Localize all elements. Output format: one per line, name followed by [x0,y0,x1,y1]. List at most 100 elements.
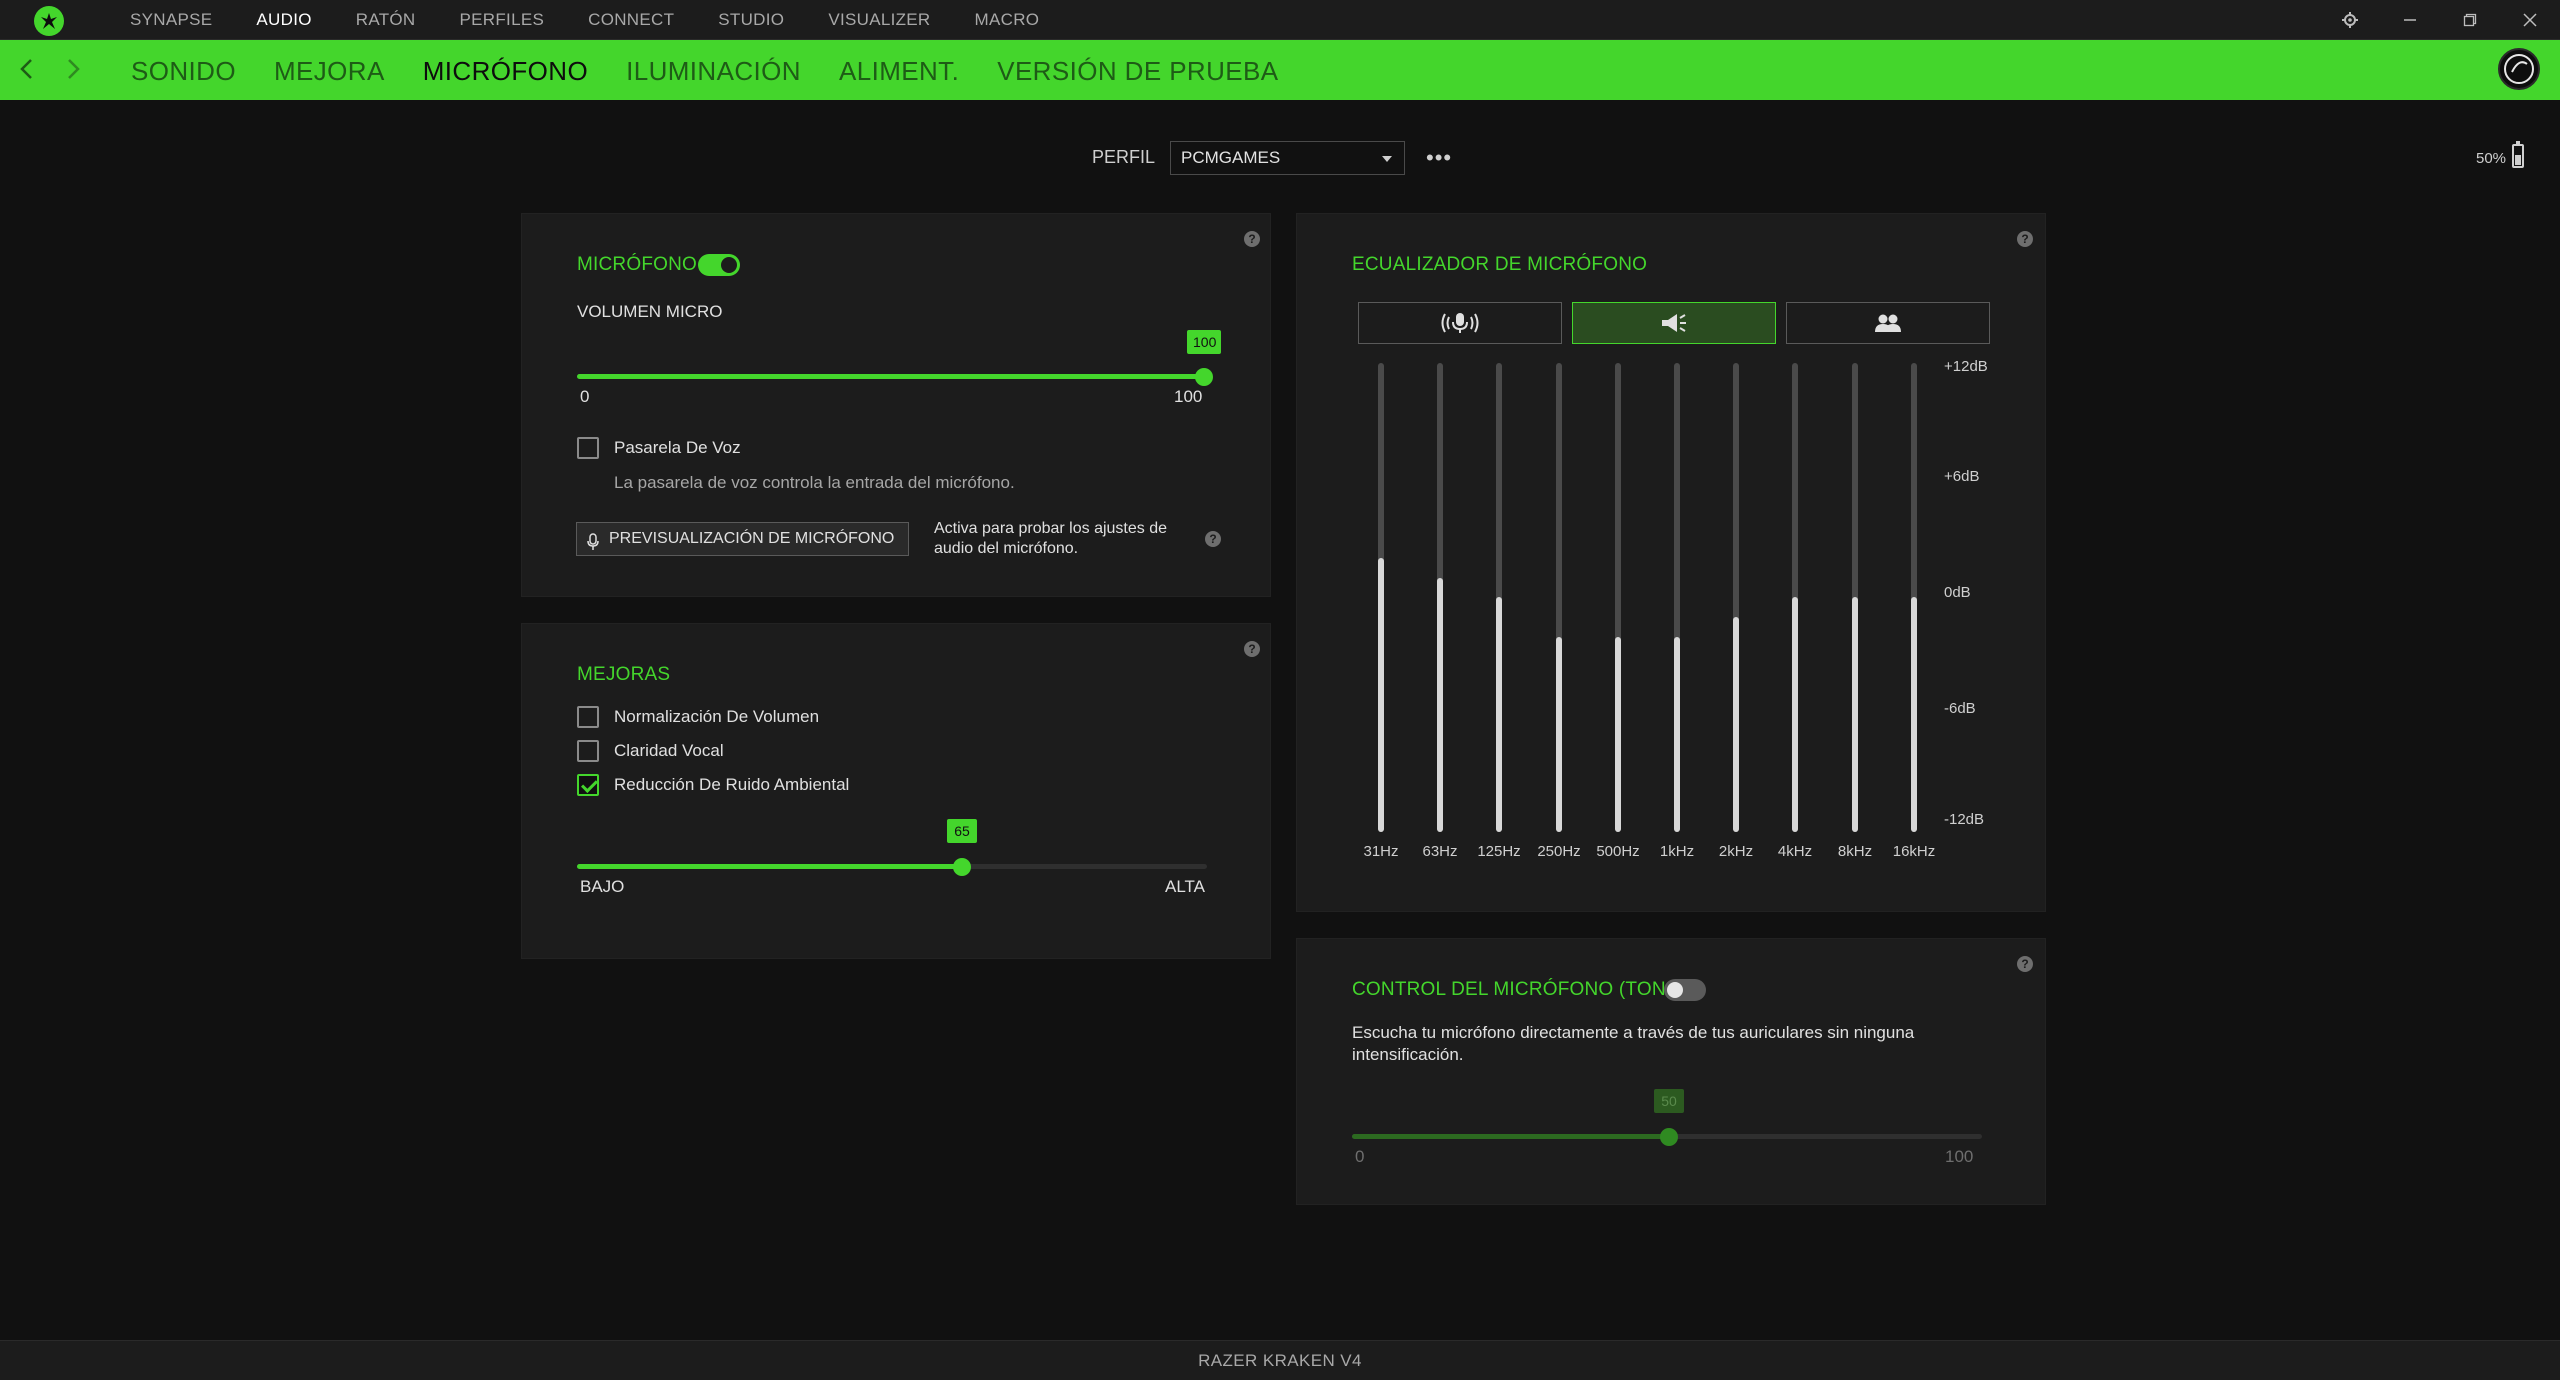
eq-band-slider-16khz[interactable] [1911,363,1917,832]
noise-reduction-label: Reducción De Ruido Ambiental [614,775,850,794]
sub-nav-tabs: SONIDO MEJORA MICRÓFONO ILUMINACIÓN ALIM… [112,40,1298,100]
eq-band-label: 31Hz [1363,843,1399,860]
eq-band-label: 8kHz [1837,843,1873,860]
sidetone-value-bubble: 50 [1654,1089,1684,1113]
forward-arrow-icon[interactable] [58,54,88,84]
close-icon[interactable] [2500,0,2560,40]
sidetone-toggle[interactable] [1664,979,1706,1001]
mic-volume-slider-thumb[interactable] [1195,368,1213,386]
chevron-down-icon [1382,156,1392,162]
top-nav: SYNAPSE AUDIO RATÓN PERFILES CONNECT STU… [108,0,1061,40]
settings-gear-icon[interactable] [2320,0,2380,40]
battery-icon [2512,141,2524,168]
tab-microfono[interactable]: MICRÓFONO [404,40,607,100]
top-nav-raton[interactable]: RATÓN [334,0,438,40]
noise-reduction-max: ALTA [1165,877,1205,896]
razer-logo-icon[interactable] [34,6,64,36]
megaphone-icon [1662,314,1686,332]
profile-value: PCMGAMES [1181,148,1281,167]
eq-band-slider-250hz[interactable] [1556,363,1562,832]
eq-preset-megaphone-button[interactable] [1572,302,1776,344]
eq-preset-broadcast-button[interactable] [1358,302,1562,344]
top-nav-macro[interactable]: MACRO [953,0,1062,40]
preview-description: Activa para probar los ajustes de audio … [934,519,1167,559]
restore-icon[interactable] [2440,0,2500,40]
noise-reduction-slider-track[interactable] [577,864,1207,869]
eq-band-slider-500hz[interactable] [1615,363,1621,832]
eq-band-label: 125Hz [1477,843,1521,860]
more-options-button[interactable]: ••• [1426,147,1452,169]
vocal-clarity-label: Claridad Vocal [614,741,724,760]
microphone-title: MICRÓFONO [577,254,698,275]
profile-label: PERFIL [1092,147,1156,167]
volume-normalization-checkbox[interactable] [577,706,599,728]
top-nav-audio[interactable]: AUDIO [234,0,333,40]
eq-db-label-minus6: -6dB [1944,700,1976,717]
sidetone-title: CONTROL DEL MICRÓFONO (TONO) [1352,979,1688,1000]
sidetone-description-line2: intensificación. [1352,1045,1464,1064]
mic-volume-slider-track[interactable] [577,374,1207,379]
vocal-clarity-checkbox[interactable] [577,740,599,762]
mic-preview-button-label: PREVISUALIZACIÓN DE MICRÓFONO [609,530,895,547]
volume-normalization-label: Normalización De Volumen [614,707,820,726]
eq-band-label: 2kHz [1718,843,1754,860]
eq-band-slider-63hz[interactable] [1437,363,1443,832]
noise-reduction-checkbox[interactable] [577,774,599,796]
noise-reduction-slider-thumb[interactable] [953,858,971,876]
eq-band-label: 500Hz [1596,843,1640,860]
voice-gate-checkbox[interactable] [577,437,599,459]
sub-nav: SONIDO MEJORA MICRÓFONO ILUMINACIÓN ALIM… [0,40,2560,100]
help-icon[interactable]: ? [1244,231,1260,247]
help-icon[interactable]: ? [2017,231,2033,247]
top-nav-visualizer[interactable]: VISUALIZER [806,0,952,40]
preview-description-line2: audio del micrófono. [934,540,1079,557]
mic-volume-max: 100 [1174,387,1203,406]
tab-sonido[interactable]: SONIDO [112,40,255,100]
eq-band-label: 1kHz [1659,843,1695,860]
mic-volume-label: VOLUMEN MICRO [577,302,723,321]
eq-band-slider-125hz[interactable] [1496,363,1502,832]
eq-band-slider-2khz[interactable] [1733,363,1739,832]
sidetone-description: Escucha tu micrófono directamente a trav… [1352,1022,1914,1066]
tab-aliment[interactable]: ALIMENT. [820,40,978,100]
eq-band-slider-8khz[interactable] [1852,363,1858,832]
sidetone-description-line1: Escucha tu micrófono directamente a trav… [1352,1023,1915,1042]
microphone-icon [587,531,599,563]
top-nav-connect[interactable]: CONNECT [566,0,696,40]
back-arrow-icon[interactable] [12,54,42,84]
voice-gate-label: Pasarela De Voz [614,438,741,457]
top-nav-studio[interactable]: STUDIO [696,0,806,40]
top-bar: SYNAPSE AUDIO RATÓN PERFILES CONNECT STU… [0,0,2560,40]
mic-preview-button[interactable]: PREVISUALIZACIÓN DE MICRÓFONO [576,522,909,556]
mic-volume-min: 0 [580,387,590,406]
help-icon[interactable]: ? [1244,641,1260,657]
avatar[interactable] [2498,48,2540,90]
eq-band-slider-4khz[interactable] [1792,363,1798,832]
microphone-toggle[interactable] [698,254,740,276]
sidetone-min: 0 [1355,1147,1365,1166]
noise-reduction-value-bubble: 65 [947,819,977,843]
minimize-icon[interactable] [2380,0,2440,40]
profile-dropdown[interactable]: PCMGAMES [1170,141,1405,175]
tab-version-de-prueba[interactable]: VERSIÓN DE PRUEBA [978,40,1297,100]
broadcast-mic-icon [1441,313,1479,333]
voice-gate-description: La pasarela de voz controla la entrada d… [614,473,1015,492]
top-nav-synapse[interactable]: SYNAPSE [108,0,234,40]
eq-band-slider-1khz[interactable] [1674,363,1680,832]
sidetone-max: 100 [1945,1147,1974,1166]
eq-band-label: 63Hz [1422,843,1458,860]
eq-db-label-minus12: -12dB [1944,811,1985,828]
preview-description-line1: Activa para probar los ajustes de [934,520,1168,537]
preview-help-icon[interactable]: ? [1205,531,1221,547]
sidetone-panel: ? CONTROL DEL MICRÓFONO (TONO) Escucha t… [1296,938,2046,1205]
tab-mejora[interactable]: MEJORA [255,40,404,100]
sidetone-slider-thumb[interactable] [1660,1128,1678,1146]
eq-db-label-0: 0dB [1944,584,1971,601]
help-icon[interactable]: ? [2017,956,2033,972]
tab-iluminacion[interactable]: ILUMINACIÓN [607,40,820,100]
window-controls [2320,0,2560,40]
eq-band-slider-31hz[interactable] [1378,363,1384,832]
equalizer-title: ECUALIZADOR DE MICRÓFONO [1352,254,1648,275]
top-nav-perfiles[interactable]: PERFILES [438,0,567,40]
eq-preset-group-button[interactable] [1786,302,1990,344]
